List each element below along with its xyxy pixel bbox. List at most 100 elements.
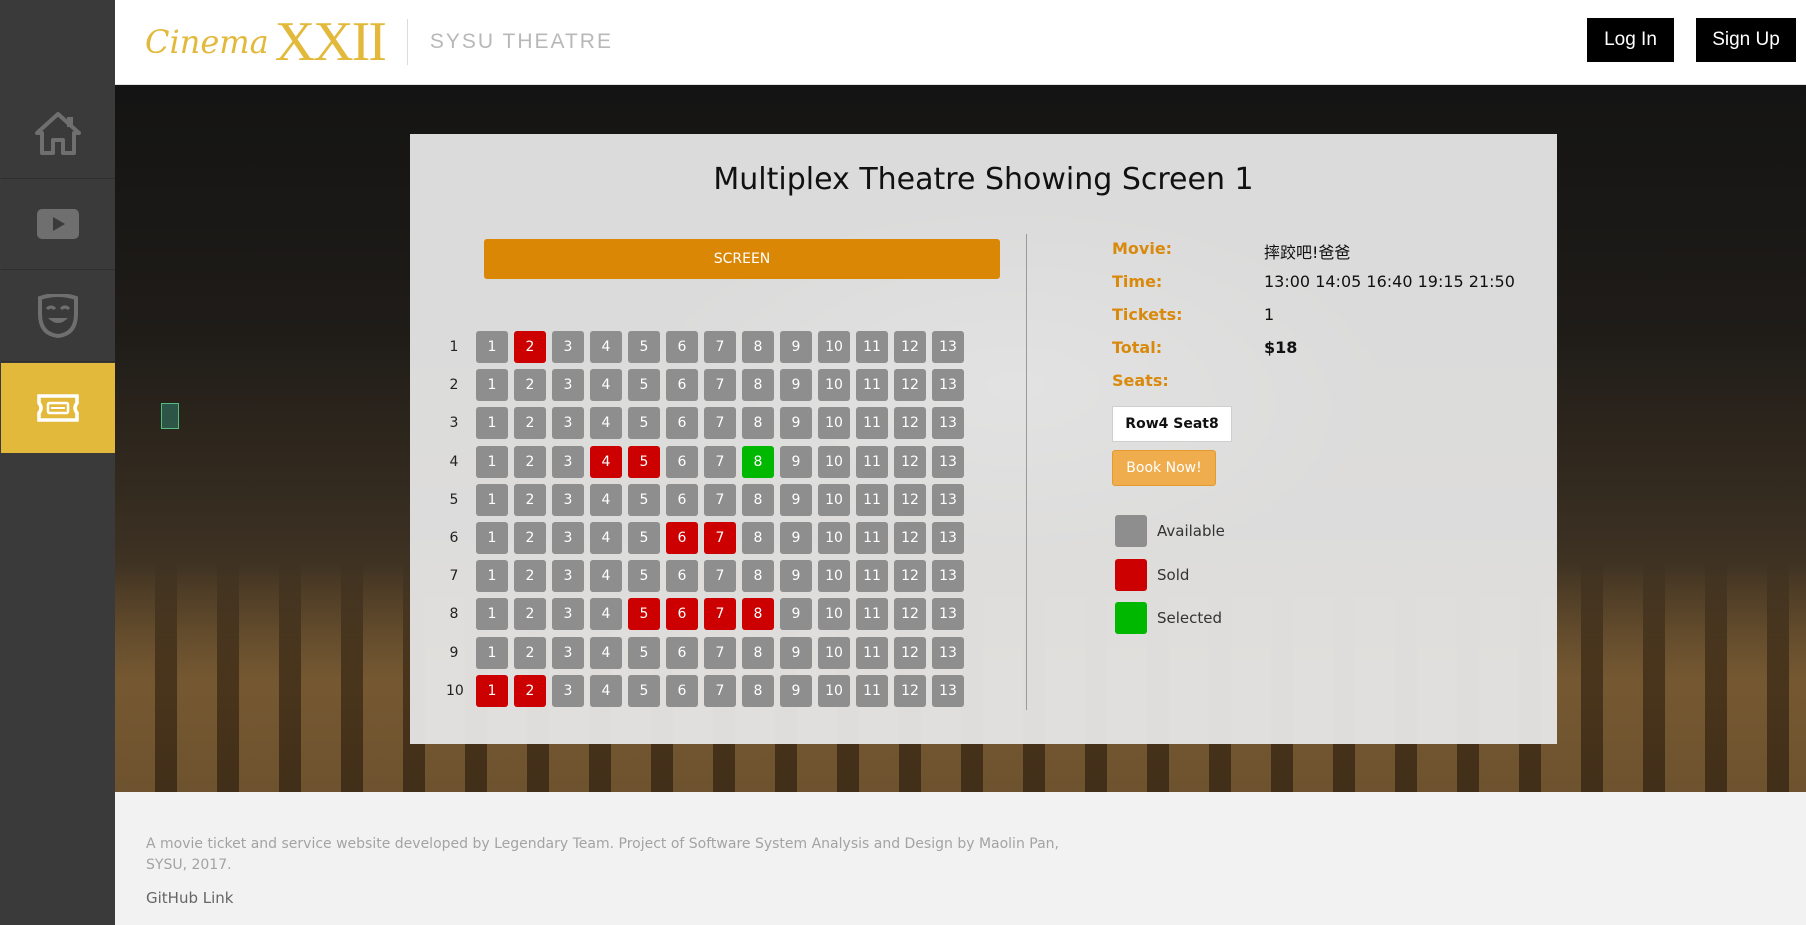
seat-button[interactable]: 8 [742, 636, 774, 669]
seat-button[interactable]: 1 [476, 369, 508, 402]
seat-button[interactable]: 11 [856, 598, 888, 631]
seat-button[interactable]: 6 [666, 331, 698, 363]
seat-button[interactable]: 10 [818, 369, 850, 402]
seat-button[interactable]: 12 [894, 445, 926, 478]
seat-button[interactable]: 13 [932, 331, 964, 363]
seat-button[interactable]: 8 [742, 483, 774, 516]
seat-button[interactable]: 12 [894, 331, 926, 363]
seat-button[interactable]: 3 [552, 445, 584, 478]
seat-button[interactable]: 8 [742, 560, 774, 593]
seat-button[interactable]: 3 [552, 560, 584, 593]
seat-button[interactable]: 1 [476, 674, 508, 707]
seat-button[interactable]: 7 [704, 483, 736, 516]
seat-button[interactable]: 3 [552, 522, 584, 554]
seat-button[interactable]: 8 [742, 674, 774, 707]
seat-button[interactable]: 1 [476, 636, 508, 669]
seat-button[interactable]: 7 [704, 369, 736, 402]
seat-button[interactable]: 13 [932, 636, 964, 669]
seat-button[interactable]: 11 [856, 560, 888, 593]
seat-button[interactable]: 6 [666, 483, 698, 516]
seat-button[interactable]: 4 [590, 522, 622, 554]
seat-button[interactable]: 12 [894, 522, 926, 554]
seat-button[interactable]: 5 [628, 407, 660, 440]
github-link[interactable]: GitHub Link [146, 889, 233, 907]
seat-button[interactable]: 11 [856, 369, 888, 402]
seat-button[interactable]: 3 [552, 407, 584, 440]
seat-button[interactable]: 5 [628, 331, 660, 363]
seat-button[interactable]: 9 [780, 369, 812, 402]
sidebar-item-tickets[interactable] [1, 363, 115, 453]
seat-button[interactable]: 10 [818, 636, 850, 669]
seat-button[interactable]: 7 [704, 407, 736, 440]
seat-button[interactable]: 6 [666, 369, 698, 402]
seat-button[interactable]: 12 [894, 598, 926, 631]
seat-button[interactable]: 1 [476, 331, 508, 363]
seat-button[interactable]: 3 [552, 331, 584, 363]
seat-button[interactable]: 9 [780, 560, 812, 593]
seat-button[interactable]: 2 [514, 445, 546, 478]
seat-button[interactable]: 8 [742, 331, 774, 363]
seat-button[interactable]: 1 [476, 445, 508, 478]
seat-button[interactable]: 10 [818, 407, 850, 440]
seat-button[interactable]: 9 [780, 331, 812, 363]
seat-button[interactable]: 4 [590, 483, 622, 516]
seat-button[interactable]: 8 [742, 369, 774, 402]
seat-button[interactable]: 5 [628, 560, 660, 593]
seat-button[interactable]: 12 [894, 369, 926, 402]
seat-button[interactable]: 5 [628, 522, 660, 554]
seat-button[interactable]: 10 [818, 331, 850, 363]
seat-button[interactable]: 13 [932, 560, 964, 593]
seat-button[interactable]: 4 [590, 598, 622, 631]
seat-button[interactable]: 13 [932, 483, 964, 516]
seat-button[interactable]: 9 [780, 407, 812, 440]
seat-button[interactable]: 11 [856, 674, 888, 707]
seat-button[interactable]: 6 [666, 560, 698, 593]
seat-button[interactable]: 2 [514, 674, 546, 707]
seat-button[interactable]: 9 [780, 598, 812, 631]
seat-button[interactable]: 10 [818, 674, 850, 707]
seat-button[interactable]: 6 [666, 445, 698, 478]
seat-button[interactable]: 5 [628, 636, 660, 669]
seat-button[interactable]: 2 [514, 522, 546, 554]
seat-button[interactable]: 7 [704, 636, 736, 669]
seat-button[interactable]: 4 [590, 636, 622, 669]
seat-button[interactable]: 3 [552, 369, 584, 402]
seat-button[interactable]: 11 [856, 636, 888, 669]
seat-button[interactable]: 6 [666, 522, 698, 554]
seat-button[interactable]: 11 [856, 445, 888, 478]
seat-button[interactable]: 3 [552, 598, 584, 631]
seat-button[interactable]: 2 [514, 560, 546, 593]
seat-button[interactable]: 11 [856, 522, 888, 554]
seat-button[interactable]: 9 [780, 636, 812, 669]
seat-button[interactable]: 13 [932, 674, 964, 707]
seat-button[interactable]: 11 [856, 407, 888, 440]
seat-button[interactable]: 7 [704, 560, 736, 593]
seat-button[interactable]: 1 [476, 407, 508, 440]
seat-button[interactable]: 10 [818, 560, 850, 593]
sidebar-item-videos[interactable] [1, 179, 115, 270]
seat-button[interactable]: 12 [894, 674, 926, 707]
seat-button[interactable]: 11 [856, 483, 888, 516]
seat-button[interactable]: 13 [932, 522, 964, 554]
seat-button[interactable]: 7 [704, 674, 736, 707]
seat-button[interactable]: 4 [590, 560, 622, 593]
seat-button[interactable]: 1 [476, 560, 508, 593]
seat-button[interactable]: 2 [514, 636, 546, 669]
seat-button[interactable]: 2 [514, 331, 546, 363]
seat-button[interactable]: 8 [742, 445, 774, 478]
seat-button[interactable]: 7 [704, 331, 736, 363]
seat-button[interactable]: 13 [932, 445, 964, 478]
seat-button[interactable]: 3 [552, 674, 584, 707]
seat-button[interactable]: 7 [704, 445, 736, 478]
seat-button[interactable]: 2 [514, 483, 546, 516]
logo[interactable]: Cinema XXII SYSU THEATRE [145, 12, 613, 72]
seat-button[interactable]: 13 [932, 369, 964, 402]
seat-button[interactable]: 6 [666, 674, 698, 707]
seat-button[interactable]: 10 [818, 445, 850, 478]
seat-button[interactable]: 1 [476, 598, 508, 631]
seat-button[interactable]: 7 [704, 598, 736, 631]
seat-button[interactable]: 4 [590, 445, 622, 478]
seat-button[interactable]: 3 [552, 483, 584, 516]
book-now-button[interactable]: Book Now! [1112, 450, 1216, 486]
seat-button[interactable]: 1 [476, 522, 508, 554]
